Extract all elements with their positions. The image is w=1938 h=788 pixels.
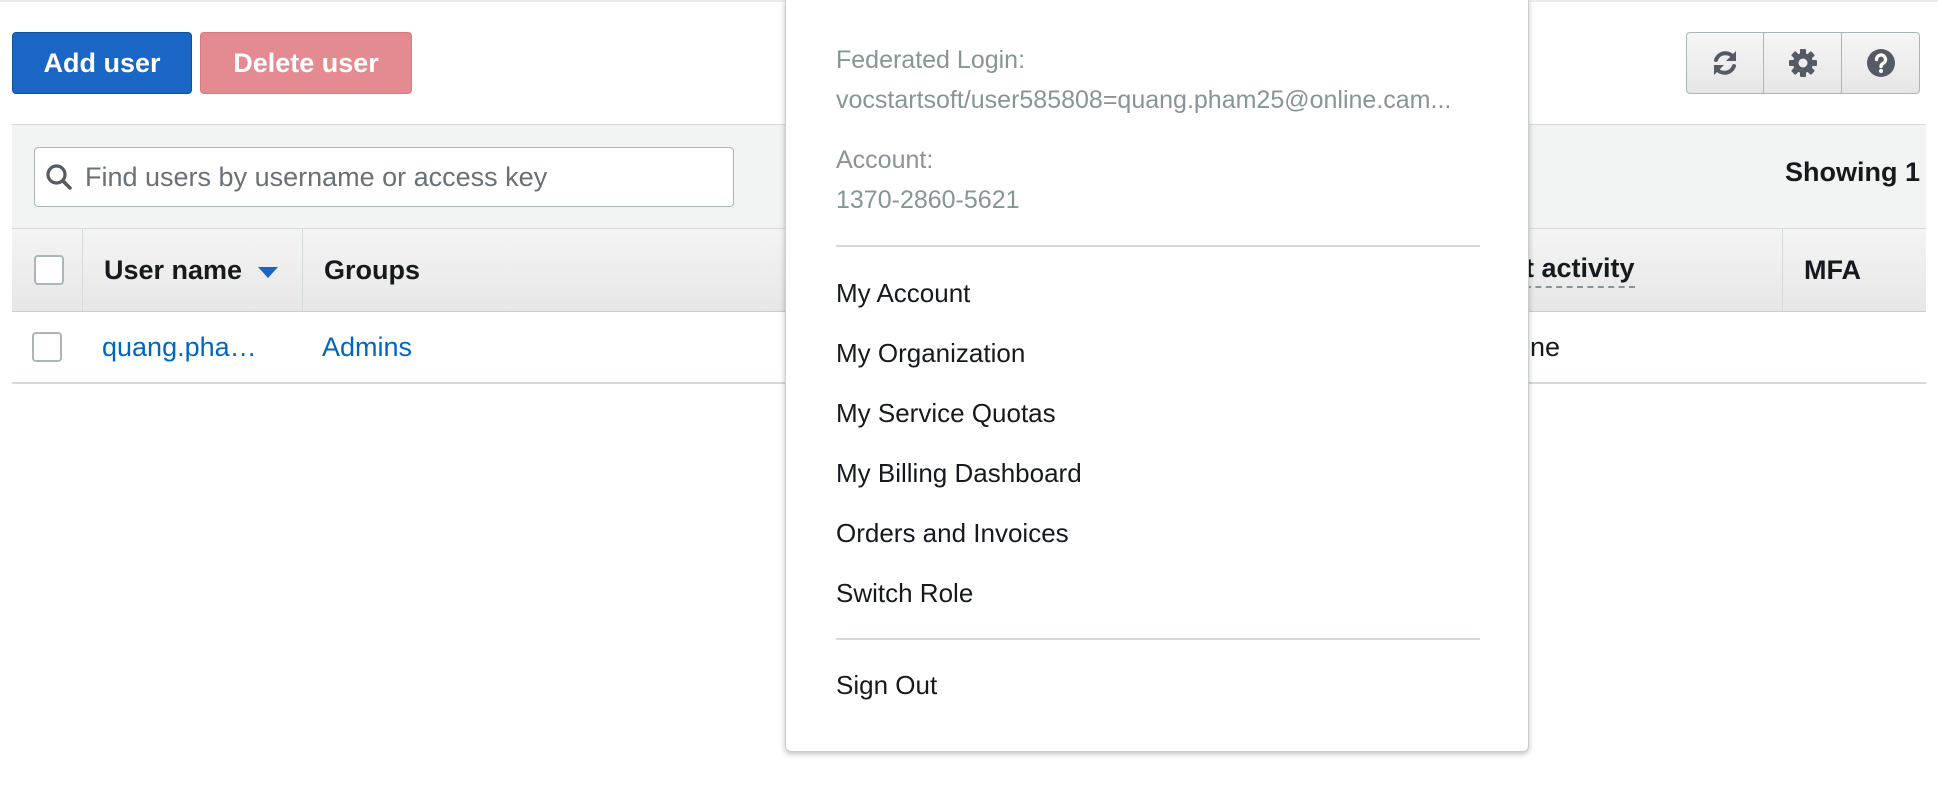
select-all-checkbox[interactable]: [34, 255, 64, 285]
delete-user-button[interactable]: Delete user: [200, 32, 412, 94]
federated-login-label: Federated Login:: [836, 46, 1026, 74]
refresh-button[interactable]: [1686, 32, 1764, 94]
menu-item-my-organization[interactable]: My Organization: [836, 338, 1025, 369]
menu-divider: [836, 638, 1480, 640]
account-dropdown-menu: Federated Login: vocstartsoft/user585808…: [785, 0, 1529, 752]
column-label: MFA: [1804, 254, 1861, 285]
add-user-button[interactable]: Add user: [12, 32, 192, 94]
menu-item-switch-role[interactable]: Switch Role: [836, 578, 973, 609]
menu-item-my-billing-dashboard[interactable]: My Billing Dashboard: [836, 458, 1082, 489]
column-last-activity[interactable]: t activity: [1525, 229, 1635, 311]
menu-item-my-service-quotas[interactable]: My Service Quotas: [836, 398, 1056, 429]
refresh-icon: [1714, 51, 1736, 75]
menu-item-sign-out[interactable]: Sign Out: [836, 670, 937, 701]
search-icon: [35, 163, 83, 191]
column-divider: [1782, 229, 1783, 311]
column-mfa[interactable]: MFA: [1804, 229, 1861, 311]
column-label: t activity: [1525, 253, 1635, 288]
gear-icon: [1788, 49, 1817, 77]
user-name-link[interactable]: quang.pha…: [102, 332, 257, 363]
row-select-cell: [32, 312, 62, 382]
federated-login-value: vocstartsoft/user585808=quang.pham25@onl…: [836, 86, 1452, 114]
sort-descending-icon: [258, 266, 279, 278]
account-label: Account:: [836, 146, 934, 174]
column-label: Groups: [324, 254, 421, 285]
menu-item-orders-and-invoices[interactable]: Orders and Invoices: [836, 518, 1069, 549]
search-box[interactable]: [34, 147, 734, 207]
groups-cell: Admins: [322, 312, 412, 382]
menu-divider: [836, 245, 1480, 247]
last-activity-cell: ne: [1530, 312, 1560, 382]
results-count: Showing 1: [1785, 157, 1920, 187]
group-link[interactable]: Admins: [322, 332, 412, 363]
last-activity-value: ne: [1530, 331, 1561, 362]
column-divider: [302, 229, 303, 311]
user-name-cell: quang.pha…: [102, 312, 257, 382]
account-id: 1370-2860-5621: [836, 186, 1020, 214]
settings-button[interactable]: [1764, 32, 1842, 94]
help-icon: [1866, 49, 1895, 77]
help-button[interactable]: [1842, 32, 1920, 94]
menu-item-my-account[interactable]: My Account: [836, 278, 970, 309]
column-divider: [82, 229, 83, 311]
column-groups[interactable]: Groups: [324, 229, 420, 311]
select-all-cell: [34, 229, 64, 311]
column-user-name[interactable]: User name: [104, 229, 279, 311]
row-checkbox[interactable]: [32, 332, 62, 362]
search-input[interactable]: [83, 160, 733, 194]
column-label: User name: [104, 254, 243, 285]
table-tools: [1686, 32, 1920, 94]
